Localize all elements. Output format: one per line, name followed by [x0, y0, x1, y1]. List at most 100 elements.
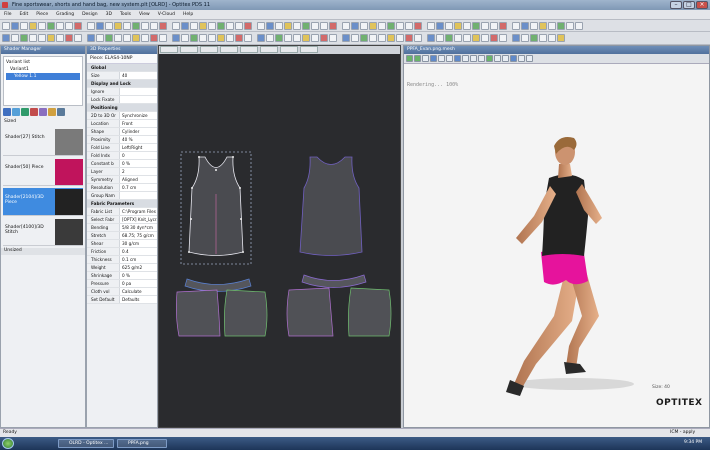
shader-item[interactable]: Shader[4100]/3D Stitch [3, 218, 83, 246]
property-value[interactable]: 0 % [119, 160, 157, 167]
toolbar-tool-icon[interactable] [454, 34, 462, 42]
shader-swatch[interactable] [55, 159, 83, 185]
zoom-icon[interactable] [446, 55, 453, 62]
property-value[interactable]: 0.7 cm [119, 184, 157, 191]
pattern-tab[interactable] [160, 46, 178, 53]
toolbar-tool-icon[interactable] [427, 34, 435, 42]
toolbar-tool-icon[interactable] [190, 34, 198, 42]
toolbar-tool-icon[interactable] [369, 34, 377, 42]
toolbar-tool-icon[interactable] [445, 34, 453, 42]
property-category[interactable]: Positioning [87, 104, 157, 112]
toolbar-tool-icon[interactable] [463, 21, 471, 30]
property-value[interactable]: Aligned [119, 176, 157, 183]
toolbar-tool-icon[interactable] [266, 34, 274, 42]
toolbar-tool-icon[interactable] [29, 34, 37, 42]
toolbar-tool-icon[interactable] [405, 21, 413, 30]
toolbar-tool-icon[interactable] [463, 34, 471, 42]
property-value[interactable] [119, 88, 157, 95]
property-value[interactable]: 0 % [119, 272, 157, 279]
toolbar-tool-icon[interactable] [293, 34, 301, 42]
avatar-icon[interactable] [486, 55, 493, 62]
toolbar-tool-icon[interactable] [190, 21, 198, 30]
menu-edit[interactable]: Edit [20, 12, 29, 17]
property-value[interactable]: C:\Program Files [119, 208, 157, 215]
toolbar-tool-icon[interactable] [266, 21, 274, 30]
property-value[interactable] [119, 192, 157, 199]
menu-piece[interactable]: Piece [36, 12, 48, 17]
toolbar-tool-icon[interactable] [311, 21, 319, 30]
toolbar-tool-icon[interactable] [369, 21, 377, 30]
toolbar-tool-icon[interactable] [342, 34, 350, 42]
property-category[interactable]: Display and Lock [87, 80, 157, 88]
toolbar-tool-icon[interactable] [360, 34, 368, 42]
toolbar-tool-icon[interactable] [284, 34, 292, 42]
toolbar-tool-icon[interactable] [472, 34, 480, 42]
toolbar-tool-icon[interactable] [105, 34, 113, 42]
toolbar-tool-icon[interactable] [539, 34, 547, 42]
property-value[interactable] [119, 96, 157, 103]
toolbar-tool-icon[interactable] [557, 21, 565, 30]
toolbar-tool-icon[interactable] [378, 21, 386, 30]
toolbar-tool-icon[interactable] [87, 34, 95, 42]
tank-back-piece[interactable] [299, 156, 363, 256]
toolbar-tool-icon[interactable] [481, 21, 489, 30]
toolbar-tool-icon[interactable] [405, 34, 413, 42]
toolbar-tool-icon[interactable] [481, 34, 489, 42]
toolbar-tool-icon[interactable] [275, 21, 283, 30]
toolbar-tool-icon[interactable] [284, 21, 292, 30]
toolbar-tool-icon[interactable] [56, 34, 64, 42]
property-value[interactable]: 40 % [119, 136, 157, 143]
toolbar-tool-icon[interactable] [329, 34, 337, 42]
toolbar-tool-icon[interactable] [114, 34, 122, 42]
toolbar-tool-icon[interactable] [436, 21, 444, 30]
delete-shader-icon[interactable] [30, 108, 38, 116]
menu-design[interactable]: Design [82, 12, 98, 17]
pattern-tab[interactable] [260, 46, 278, 53]
toolbar-tool-icon[interactable] [123, 21, 131, 30]
shorts-front-right-piece[interactable] [223, 289, 268, 337]
menu-grading[interactable]: Grading [56, 12, 74, 17]
toolbar-tool-icon[interactable] [275, 34, 283, 42]
tension-map-icon[interactable] [470, 55, 477, 62]
toolbar-tool-icon[interactable] [217, 34, 225, 42]
toolbar-tool-icon[interactable] [29, 21, 37, 30]
toolbar-tool-icon[interactable] [257, 21, 265, 30]
property-value[interactable]: 0 [119, 152, 157, 159]
property-value[interactable]: 5/8 30 dyn*cm [119, 224, 157, 231]
property-value[interactable]: 2 [119, 168, 157, 175]
toolbar-tool-icon[interactable] [74, 21, 82, 30]
toolbar-tool-icon[interactable] [11, 21, 19, 30]
toolbar-tool-icon[interactable] [342, 21, 350, 30]
toolbar-tool-icon[interactable] [56, 21, 64, 30]
toolbar-tool-icon[interactable] [293, 21, 301, 30]
toolbar-tool-icon[interactable] [114, 21, 122, 30]
toolbar-tool-icon[interactable] [351, 34, 359, 42]
property-value[interactable]: 0 pa [119, 280, 157, 287]
tree-variant[interactable]: Variant1 [6, 66, 80, 73]
toolbar-tool-icon[interactable] [566, 21, 574, 30]
color-icon[interactable] [48, 108, 56, 116]
taskbar-item-optitex[interactable]: OLRD - Optitex ... [58, 439, 114, 448]
toolbar-tool-icon[interactable] [199, 21, 207, 30]
toolbar-tool-icon[interactable] [512, 21, 520, 30]
settings-icon[interactable] [57, 108, 65, 116]
toolbar-tool-icon[interactable] [320, 21, 328, 30]
toolbar-tool-icon[interactable] [436, 34, 444, 42]
property-category[interactable]: Fabric Parameters [87, 200, 157, 208]
toolbar-tool-icon[interactable] [65, 34, 73, 42]
shorts-back-right-piece[interactable] [347, 287, 392, 337]
toolbar-tool-icon[interactable] [96, 21, 104, 30]
toolbar-tool-icon[interactable] [11, 34, 19, 42]
tree-root[interactable]: Variant list [6, 59, 80, 66]
toolbar-tool-icon[interactable] [235, 34, 243, 42]
property-category[interactable]: Global [87, 64, 157, 72]
toolbar-tool-icon[interactable] [123, 34, 131, 42]
shader-item[interactable]: Shader[50] Piece [3, 158, 83, 186]
toolbar-tool-icon[interactable] [199, 34, 207, 42]
toolbar-tool-icon[interactable] [87, 21, 95, 30]
toolbar-tool-icon[interactable] [141, 21, 149, 30]
simulate-icon[interactable] [406, 55, 413, 62]
property-value[interactable]: 625 g/m2 [119, 264, 157, 271]
toolbar-tool-icon[interactable] [360, 21, 368, 30]
toolbar-tool-icon[interactable] [150, 21, 158, 30]
